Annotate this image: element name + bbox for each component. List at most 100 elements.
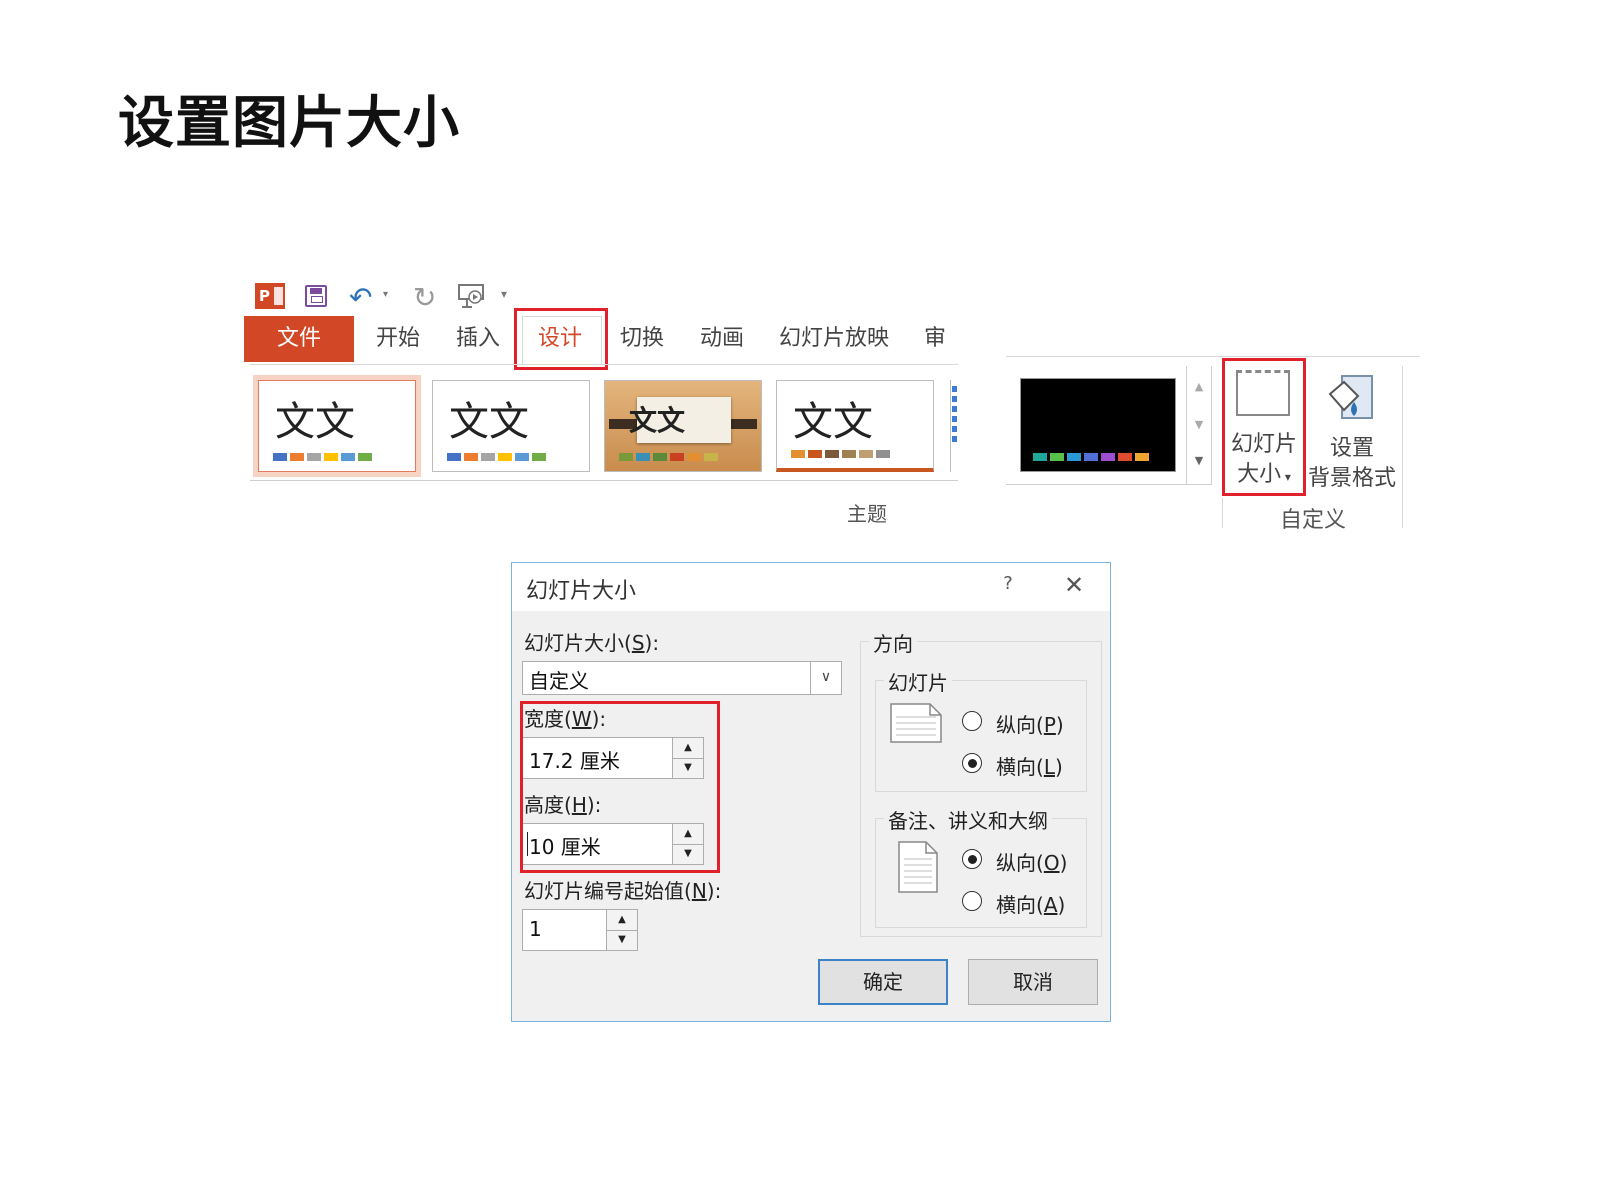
label-tail: ) [1055, 713, 1064, 737]
width-height-highlight [520, 701, 720, 873]
dialog-body: 幻灯片大小(S): 自定义 ∨ 宽度(W): 17.2 厘米 ▲ ▼ 高度(H)… [512, 611, 1110, 1021]
label-text: 纵向( [996, 713, 1044, 737]
undo-dropdown-icon[interactable]: ▾ [383, 289, 388, 300]
tab-insert[interactable]: 插入 [448, 316, 508, 362]
tab-slideshow[interactable]: 幻灯片放映 [774, 316, 894, 362]
cancel-button[interactable]: 取消 [968, 959, 1098, 1005]
theme-sample-text: 文文 [275, 399, 355, 445]
theme-thumbnail[interactable]: 文文 [776, 380, 934, 472]
format-background-icon [1328, 375, 1373, 419]
radio-circle[interactable] [962, 753, 982, 773]
undo-icon[interactable]: ↶ [349, 281, 372, 314]
ok-button[interactable]: 确定 [818, 959, 948, 1005]
theme-thumbnail-partial[interactable] [950, 380, 959, 472]
color-swatch [324, 453, 338, 461]
theme-swatches [791, 450, 890, 458]
save-icon[interactable] [305, 285, 327, 307]
radio-label[interactable]: 纵向(P) [996, 709, 1064, 738]
label-tail: ) [1057, 893, 1066, 917]
gallery-more-icon[interactable]: ▼ [1187, 454, 1211, 467]
color-swatch [842, 450, 856, 458]
label-accesskey: O [1043, 851, 1060, 875]
color-swatch [1118, 453, 1132, 461]
tab-home[interactable]: 开始 [368, 316, 428, 362]
ribbon-divider [250, 364, 958, 365]
variant-swatches [1033, 453, 1149, 461]
color-swatch [1101, 453, 1115, 461]
portrait-page-icon [898, 841, 938, 893]
scroll-up-icon[interactable]: ▲ [1187, 380, 1211, 393]
customize-qat-icon[interactable]: ▾ [501, 287, 507, 301]
color-swatch [1033, 453, 1047, 461]
color-swatch [808, 450, 822, 458]
theme-swatches [619, 453, 718, 461]
color-swatch [653, 453, 667, 461]
notes-portrait-radio[interactable]: 纵向(O) [962, 847, 1082, 875]
format-background-button[interactable]: 设置 背景格式 [1306, 360, 1398, 496]
color-swatch [687, 453, 701, 461]
landscape-page-icon [890, 703, 942, 743]
color-swatch [481, 453, 495, 461]
format-background-label-line1: 设置 [1329, 436, 1374, 461]
format-background-label-line2: 背景格式 [1307, 466, 1396, 491]
start-slideshow-icon[interactable] [457, 283, 487, 309]
label-tail: ) [1059, 851, 1068, 875]
theme-thumbnail[interactable]: 文文 [253, 375, 421, 477]
decrement-arrow-icon[interactable]: ▼ [607, 930, 637, 950]
increment-arrow-icon[interactable]: ▲ [607, 910, 637, 931]
slide-size-button[interactable]: 幻灯片 大小 ▾ [1222, 358, 1306, 496]
ribbon-tabs: 文件 开始 插入 设计 切换 动画 幻灯片放映 审阅 [244, 308, 960, 370]
slide-size-field-label: 幻灯片大小(S): [524, 627, 659, 656]
themes-gallery: 文文 文文 文文 文文 [250, 375, 960, 484]
label-accesskey: S [631, 631, 645, 655]
color-swatch [358, 453, 372, 461]
color-swatch [876, 450, 890, 458]
theme-swatches [447, 453, 546, 461]
label-tail: ): [706, 879, 722, 903]
page-title: 设置图片大小 [118, 91, 460, 156]
tab-transitions[interactable]: 切换 [612, 316, 672, 362]
tab-review[interactable]: 审阅 [924, 316, 960, 362]
radio-dot [968, 855, 977, 864]
numbering-value: 1 [529, 917, 542, 941]
tab-file[interactable]: 文件 [244, 316, 354, 362]
numbering-stepper-buttons: ▲ ▼ [606, 910, 637, 950]
color-swatch [636, 453, 650, 461]
theme-thumbnail[interactable]: 文文 [604, 380, 762, 472]
radio-label[interactable]: 横向(A) [996, 889, 1065, 918]
slide-size-select[interactable]: 自定义 ∨ [522, 661, 842, 695]
color-swatch [273, 453, 287, 461]
orientation-title: 方向 [869, 628, 917, 657]
label-text: 横向( [996, 893, 1044, 917]
variant-thumbnail[interactable] [1020, 378, 1176, 472]
notes-group-title: 备注、讲义和大纲 [884, 805, 1052, 834]
redo-icon[interactable]: ↻ [413, 281, 436, 314]
notes-landscape-radio[interactable]: 横向(A) [962, 889, 1082, 917]
scroll-down-icon[interactable]: ▼ [1187, 418, 1211, 431]
radio-circle[interactable] [962, 891, 982, 911]
radio-circle[interactable] [962, 849, 982, 869]
numbering-stepper[interactable]: 1 ▲ ▼ [522, 909, 638, 951]
slides-portrait-radio[interactable]: 纵向(P) [962, 709, 1082, 737]
numbering-field-label: 幻灯片编号起始值(N): [524, 875, 721, 904]
help-icon[interactable]: ? [998, 573, 1018, 597]
label-text: 纵向( [996, 851, 1044, 875]
color-swatch [1135, 453, 1149, 461]
slide-size-highlight [1222, 358, 1306, 496]
label-accesskey: A [1043, 893, 1058, 917]
radio-circle[interactable] [962, 711, 982, 731]
themes-group-label: 主题 [847, 502, 887, 526]
tab-animations[interactable]: 动画 [692, 316, 752, 362]
dialog-title: 幻灯片大小 [526, 579, 637, 604]
label-text: 幻灯片大小( [524, 631, 632, 655]
color-swatch [515, 453, 529, 461]
radio-label[interactable]: 纵向(O) [996, 847, 1067, 876]
slides-landscape-radio[interactable]: 横向(L) [962, 751, 1082, 779]
label-text: 横向( [996, 755, 1044, 779]
close-icon[interactable]: ✕ [1062, 571, 1086, 599]
theme-thumbnail[interactable]: 文文 [432, 380, 590, 472]
color-swatch [1084, 453, 1098, 461]
slide-size-dialog: 幻灯片大小 ? ✕ 幻灯片大小(S): 自定义 ∨ 宽度(W): 17.2 厘米… [511, 562, 1111, 1022]
chevron-down-icon[interactable]: ∨ [810, 662, 841, 694]
radio-label[interactable]: 横向(L) [996, 751, 1063, 780]
